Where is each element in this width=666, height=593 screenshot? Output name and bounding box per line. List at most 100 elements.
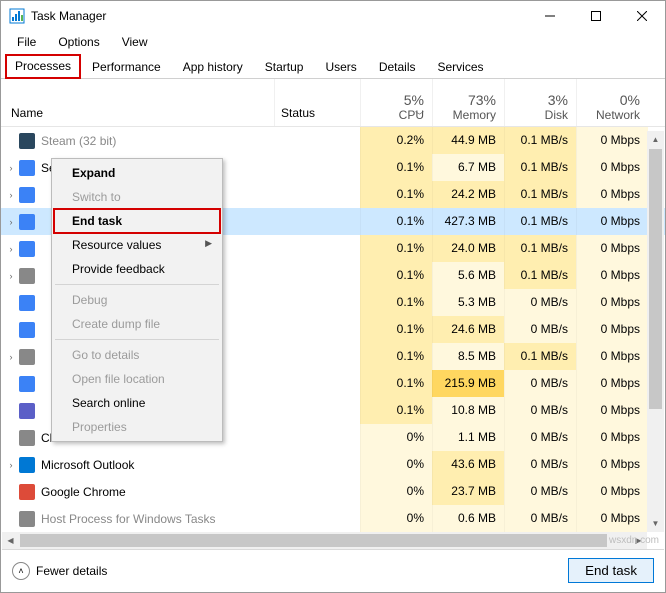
scroll-up-icon[interactable]: ▲	[647, 131, 664, 148]
horizontal-scrollbar[interactable]: ◀ ▶	[2, 532, 647, 549]
ctx-create-dump[interactable]: Create dump file	[54, 312, 220, 336]
memory-cell: 24.0 MB	[432, 235, 504, 262]
disk-cell: 0.1 MB/s	[504, 181, 576, 208]
column-network[interactable]: 0% Network	[576, 79, 648, 126]
maximize-button[interactable]	[573, 1, 619, 31]
process-icon	[19, 322, 35, 338]
process-icon	[19, 214, 35, 230]
scroll-thumb[interactable]	[649, 149, 662, 409]
network-cell: 0 Mbps	[576, 235, 648, 262]
memory-cell: 5.3 MB	[432, 289, 504, 316]
vertical-scrollbar[interactable]: ▲ ▼	[647, 131, 664, 532]
watermark: wsxdn.com	[609, 535, 659, 546]
process-name: Microsoft Outlook	[41, 458, 274, 472]
ctx-end-task[interactable]: End task	[54, 209, 220, 233]
menu-file[interactable]: File	[7, 33, 46, 51]
cpu-cell: 0%	[360, 505, 432, 532]
process-row[interactable]: Host Process for Windows Tasks0%0.6 MB0 …	[1, 505, 665, 532]
network-cell: 0 Mbps	[576, 451, 648, 478]
network-cell: 0 Mbps	[576, 289, 648, 316]
process-icon	[19, 376, 35, 392]
app-icon	[9, 8, 25, 24]
ctx-separator	[55, 339, 219, 340]
scroll-down-icon[interactable]: ▼	[647, 515, 664, 532]
expand-icon[interactable]: ›	[1, 460, 15, 470]
network-cell: 0 Mbps	[576, 181, 648, 208]
tab-startup[interactable]: Startup	[254, 54, 315, 79]
process-icon	[19, 403, 35, 419]
disk-cell: 0.1 MB/s	[504, 343, 576, 370]
cpu-cell: 0%	[360, 478, 432, 505]
expand-icon[interactable]: ›	[1, 217, 15, 227]
tab-processes[interactable]: Processes	[5, 54, 81, 79]
submenu-arrow-icon: ▶	[205, 238, 212, 249]
memory-cell: 215.9 MB	[432, 370, 504, 397]
disk-cell: 0 MB/s	[504, 370, 576, 397]
tab-details[interactable]: Details	[368, 54, 427, 79]
expand-icon[interactable]: ›	[1, 244, 15, 254]
process-name: Google Chrome	[41, 485, 274, 499]
expand-icon[interactable]: ›	[1, 190, 15, 200]
process-row[interactable]: Google Chrome0%23.7 MB0 MB/s0 Mbps	[1, 478, 665, 505]
column-cpu[interactable]: ﹀ 5% CPU	[360, 79, 432, 126]
process-icon	[19, 511, 35, 527]
column-status[interactable]: Status	[274, 79, 360, 126]
process-icon	[19, 349, 35, 365]
memory-cell: 44.9 MB	[432, 127, 504, 154]
ctx-expand[interactable]: Expand	[54, 161, 220, 185]
menu-bar: File Options View	[1, 31, 665, 53]
process-row[interactable]: ›Microsoft Outlook0%43.6 MB0 MB/s0 Mbps	[1, 451, 665, 478]
expand-icon[interactable]: ›	[1, 163, 15, 173]
window-title: Task Manager	[31, 9, 527, 23]
footer-bar: ˄ Fewer details End task	[2, 549, 664, 591]
process-icon	[19, 484, 35, 500]
title-bar: Task Manager	[1, 1, 665, 31]
column-disk[interactable]: 3% Disk	[504, 79, 576, 126]
tab-services[interactable]: Services	[427, 54, 495, 79]
ctx-go-to-details[interactable]: Go to details	[54, 343, 220, 367]
process-icon	[19, 457, 35, 473]
scroll-left-icon[interactable]: ◀	[2, 532, 19, 549]
process-name: Steam (32 bit)	[41, 134, 274, 148]
disk-cell: 0.1 MB/s	[504, 154, 576, 181]
disk-cell: 0.1 MB/s	[504, 262, 576, 289]
column-name[interactable]: Name	[1, 79, 274, 126]
tab-performance[interactable]: Performance	[81, 54, 172, 79]
cpu-cell: 0.1%	[360, 289, 432, 316]
menu-options[interactable]: Options	[48, 33, 109, 51]
disk-cell: 0.1 MB/s	[504, 127, 576, 154]
ctx-debug: Debug	[54, 288, 220, 312]
disk-cell: 0 MB/s	[504, 424, 576, 451]
process-icon	[19, 430, 35, 446]
process-icon	[19, 133, 35, 149]
cpu-cell: 0.1%	[360, 181, 432, 208]
sort-indicator-icon: ﹀	[415, 109, 424, 122]
memory-cell: 427.3 MB	[432, 208, 504, 235]
network-cell: 0 Mbps	[576, 478, 648, 505]
menu-view[interactable]: View	[112, 33, 158, 51]
close-button[interactable]	[619, 1, 665, 31]
column-memory[interactable]: 73% Memory	[432, 79, 504, 126]
process-icon	[19, 187, 35, 203]
ctx-resource-values[interactable]: Resource values▶	[54, 233, 220, 257]
memory-cell: 8.5 MB	[432, 343, 504, 370]
expand-icon[interactable]: ›	[1, 352, 15, 362]
tab-users[interactable]: Users	[314, 54, 367, 79]
memory-cell: 23.7 MB	[432, 478, 504, 505]
ctx-properties[interactable]: Properties	[54, 415, 220, 439]
memory-cell: 24.6 MB	[432, 316, 504, 343]
end-task-button[interactable]: End task	[568, 558, 654, 583]
minimize-button[interactable]	[527, 1, 573, 31]
ctx-search-online[interactable]: Search online	[54, 391, 220, 415]
column-headers: Name Status ﹀ 5% CPU 73% Memory 3% Disk …	[1, 79, 665, 127]
tab-app-history[interactable]: App history	[172, 54, 254, 79]
cpu-cell: 0.1%	[360, 208, 432, 235]
scroll-thumb[interactable]	[20, 534, 607, 547]
memory-cell: 5.6 MB	[432, 262, 504, 289]
process-row[interactable]: Steam (32 bit)0.2%44.9 MB0.1 MB/s0 Mbps	[1, 127, 665, 154]
ctx-provide-feedback[interactable]: Provide feedback	[54, 257, 220, 281]
ctx-open-file-location[interactable]: Open file location	[54, 367, 220, 391]
fewer-details-button[interactable]: ˄ Fewer details	[12, 562, 568, 580]
disk-cell: 0 MB/s	[504, 289, 576, 316]
expand-icon[interactable]: ›	[1, 271, 15, 281]
